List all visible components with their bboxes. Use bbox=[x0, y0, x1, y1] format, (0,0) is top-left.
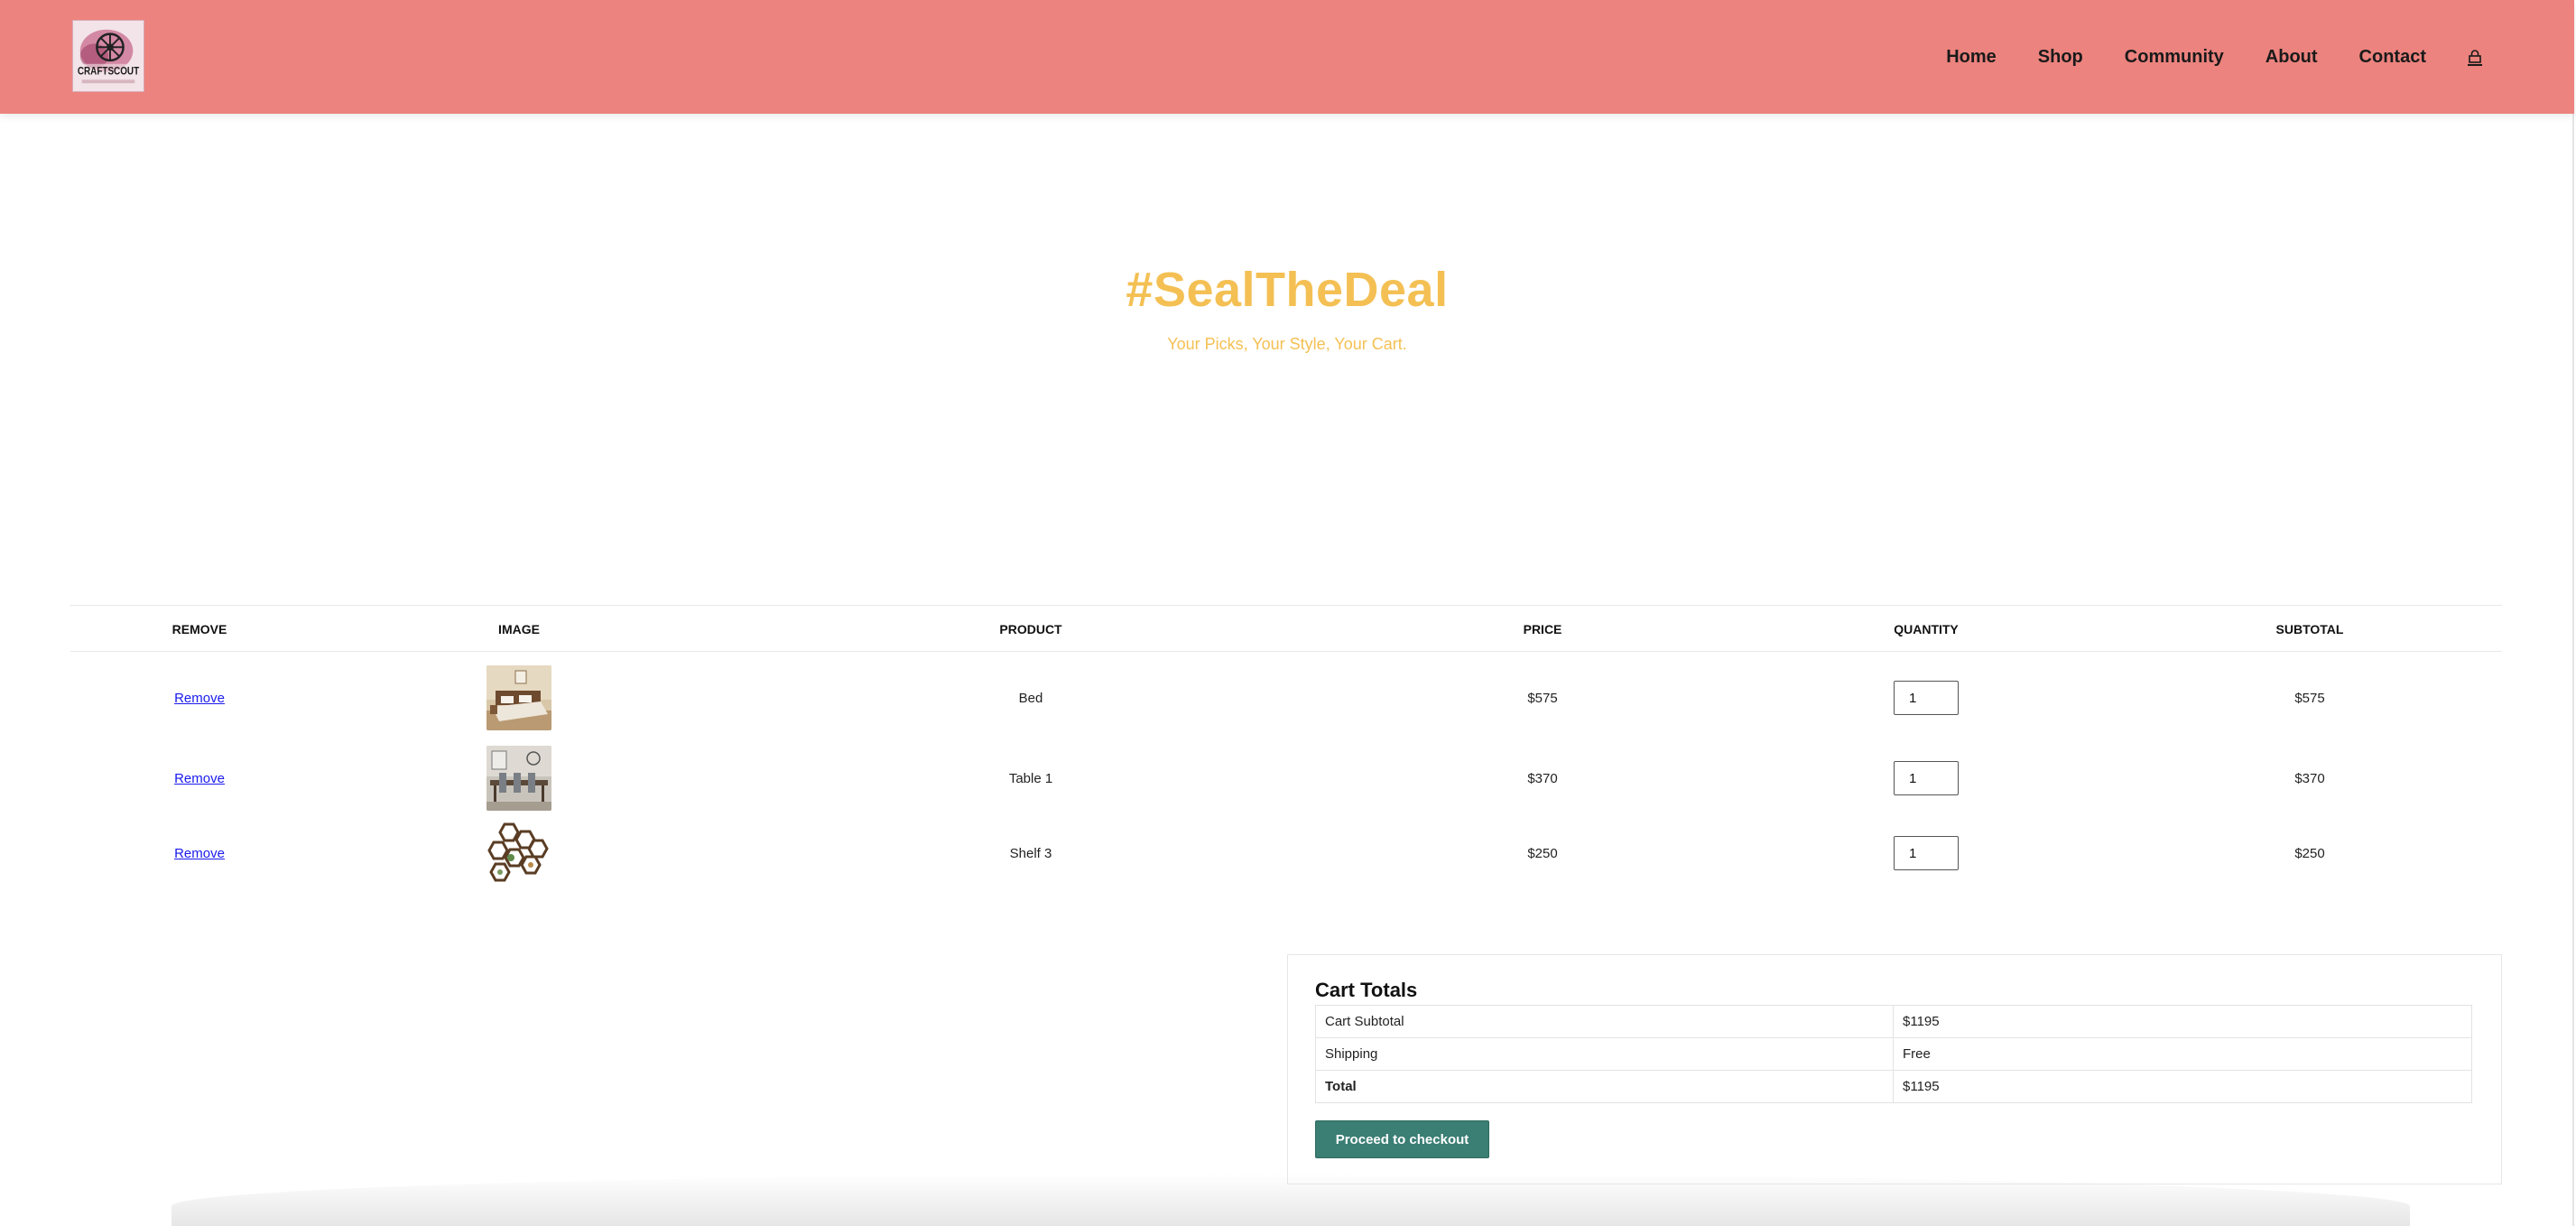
logo-text: CRAFTSCOUT bbox=[78, 64, 140, 77]
main-nav: Home Shop Community About Contact bbox=[1946, 0, 2574, 114]
product-price: $370 bbox=[1527, 770, 1558, 786]
nav-community-link[interactable]: Community bbox=[2125, 47, 2224, 68]
logo-image: CRAFTSCOUT bbox=[73, 21, 144, 91]
totals-row-subtotal: Cart Subtotal $1195 bbox=[1315, 1005, 2472, 1038]
cart-totals-table: Cart Subtotal $1195 Shipping Free Total … bbox=[1315, 1005, 2472, 1103]
page: CRAFTSCOUT Home Shop Community About Con… bbox=[0, 0, 2574, 1226]
header-price: PRICE bbox=[1523, 622, 1562, 636]
quantity-input[interactable] bbox=[1894, 761, 1959, 795]
shelf-image[interactable] bbox=[486, 821, 551, 886]
cart-subtotal-value: $1195 bbox=[1893, 1005, 2472, 1038]
product-name: Shelf 3 bbox=[1009, 845, 1052, 861]
quantity-input[interactable] bbox=[1894, 681, 1959, 715]
header-image: IMAGE bbox=[498, 622, 540, 636]
row-subtotal: $370 bbox=[2294, 770, 2325, 786]
nav-shop-link[interactable]: Shop bbox=[2038, 47, 2083, 68]
cart-row: Remove Bed $575 1 $575 bbox=[70, 662, 2502, 734]
cart-table-header: REMOVE IMAGE PRODUCT PRICE QUANTITY SUBT… bbox=[70, 605, 2502, 652]
shopping-bag-icon[interactable] bbox=[2468, 50, 2482, 66]
header-quantity: QUANTITY bbox=[1894, 622, 1959, 636]
cart-row: Remove bbox=[70, 817, 2502, 889]
remove-link[interactable]: Remove bbox=[174, 691, 225, 706]
remove-link[interactable]: Remove bbox=[174, 771, 225, 786]
product-name: Bed bbox=[1018, 690, 1043, 706]
cart-row: Remove bbox=[70, 742, 2502, 814]
header-product: PRODUCT bbox=[999, 622, 1062, 636]
cart-totals-title: Cart Totals bbox=[1315, 979, 1418, 1001]
site-header: CRAFTSCOUT Home Shop Community About Con… bbox=[0, 0, 2574, 114]
total-value: $1195 bbox=[1893, 1070, 2472, 1103]
shipping-value: Free bbox=[1893, 1037, 2472, 1071]
proceed-to-checkout-button[interactable]: Proceed to checkout bbox=[1315, 1120, 1489, 1158]
shipping-label: Shipping bbox=[1315, 1037, 1894, 1071]
header-subtotal: SUBTOTAL bbox=[2275, 622, 2344, 636]
nav-about-link[interactable]: About bbox=[2266, 47, 2318, 68]
total-label: Total bbox=[1315, 1070, 1894, 1103]
row-subtotal: $575 bbox=[2294, 690, 2325, 706]
table-image[interactable] bbox=[486, 746, 551, 811]
nav-home-link[interactable]: Home bbox=[1946, 47, 1997, 68]
totals-row-shipping: Shipping Free bbox=[1315, 1037, 2472, 1071]
craftscout-logo[interactable]: CRAFTSCOUT bbox=[72, 20, 144, 92]
cart-table: REMOVE IMAGE PRODUCT PRICE QUANTITY SUBT… bbox=[70, 605, 2502, 886]
cart-totals-panel: Cart Totals Cart Subtotal $1195 Shipping… bbox=[1287, 954, 2502, 1184]
header-remove: REMOVE bbox=[171, 622, 227, 636]
cart-subtotal-label: Cart Subtotal bbox=[1315, 1005, 1894, 1038]
product-price: $575 bbox=[1527, 690, 1558, 706]
remove-link[interactable]: Remove bbox=[174, 846, 225, 861]
product-name: Table 1 bbox=[1008, 770, 1053, 786]
hero-subtitle: Your Picks, Your Style, Your Cart. bbox=[1167, 335, 1407, 353]
hero-title: #SealTheDeal bbox=[1126, 263, 1449, 317]
totals-row-total: Total $1195 bbox=[1315, 1070, 2472, 1103]
product-price: $250 bbox=[1527, 845, 1558, 861]
nav-contact-link[interactable]: Contact bbox=[2359, 47, 2426, 68]
quantity-input[interactable] bbox=[1894, 836, 1959, 870]
row-subtotal: $250 bbox=[2294, 845, 2325, 861]
bed-image[interactable] bbox=[486, 665, 551, 730]
